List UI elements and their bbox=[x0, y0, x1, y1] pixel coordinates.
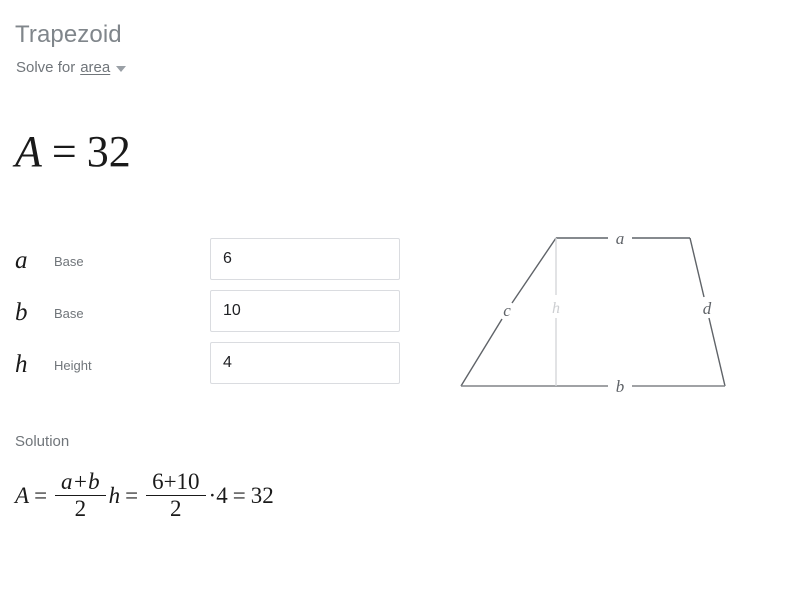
solution-title: Solution bbox=[15, 433, 70, 450]
chevron-down-icon[interactable] bbox=[116, 66, 127, 72]
solve-for-dropdown[interactable]: area bbox=[80, 58, 110, 78]
figure-label-h: h bbox=[552, 300, 560, 317]
edge-right-lower-segment bbox=[708, 317, 726, 387]
variable-symbol-h: h bbox=[15, 351, 28, 378]
solution-factor: 4 bbox=[216, 482, 228, 508]
solution-dot-operator: · bbox=[208, 482, 217, 508]
figure-label-b: b bbox=[616, 377, 625, 396]
variable-symbol-a: a bbox=[15, 247, 28, 274]
solution-frac1-denominator: 2 bbox=[74, 496, 87, 522]
input-row-b: b Base bbox=[0, 290, 420, 342]
solution-fraction-numeric: 6+10 2 bbox=[146, 469, 206, 522]
variable-label-b: Base bbox=[54, 306, 84, 321]
solution-lhs-variable: A bbox=[15, 482, 30, 508]
solution-frac2-denominator: 2 bbox=[170, 496, 182, 522]
solution-equals-2: = bbox=[125, 482, 139, 508]
result-value: 32 bbox=[86, 127, 131, 176]
result-operator: = bbox=[51, 127, 77, 176]
result-equation: A = 32 bbox=[15, 126, 131, 178]
edge-right-upper-segment bbox=[689, 237, 705, 298]
solution-equals-3: = bbox=[232, 482, 246, 508]
variable-symbol-b: b bbox=[15, 299, 28, 326]
figure-label-c: c bbox=[503, 301, 511, 320]
input-field-h[interactable] bbox=[210, 342, 400, 384]
figure-label-d: d bbox=[703, 299, 712, 318]
trapezoid-diagram: a b c d h bbox=[440, 215, 770, 405]
edge-left-upper-segment bbox=[511, 237, 557, 304]
result-variable: A bbox=[15, 127, 42, 176]
edge-left-lower-segment bbox=[460, 318, 503, 387]
solve-for-row: Solve for area bbox=[16, 58, 127, 78]
input-row-a: a Base bbox=[0, 238, 420, 290]
input-field-a[interactable] bbox=[210, 238, 400, 280]
solution-fraction-symbolic: a+b 2 bbox=[55, 469, 106, 522]
trapezoid-calculator-panel: Trapezoid Solve for area A=32 a Base b B… bbox=[0, 0, 800, 593]
variable-label-h: Height bbox=[54, 358, 92, 373]
solution-frac1-numerator: a+b bbox=[61, 469, 100, 494]
figure-label-a: a bbox=[616, 229, 625, 248]
inputs-section: a Base b Base h Height bbox=[0, 238, 420, 394]
solution-result: 32 bbox=[250, 482, 274, 508]
page-title: Trapezoid bbox=[15, 21, 122, 48]
input-row-h: h Height bbox=[0, 342, 420, 394]
solution-frac2-numerator: 6+10 bbox=[152, 469, 200, 494]
solve-for-label: Solve for bbox=[16, 59, 76, 76]
solution-equals-1: = bbox=[34, 482, 48, 508]
solution-multiplier-variable: h bbox=[108, 482, 121, 508]
solution-equation: A = a+b 2 h = 6+10 2 · 4 = 32 bbox=[15, 469, 274, 522]
input-field-b[interactable] bbox=[210, 290, 400, 332]
variable-label-a: Base bbox=[54, 254, 84, 269]
